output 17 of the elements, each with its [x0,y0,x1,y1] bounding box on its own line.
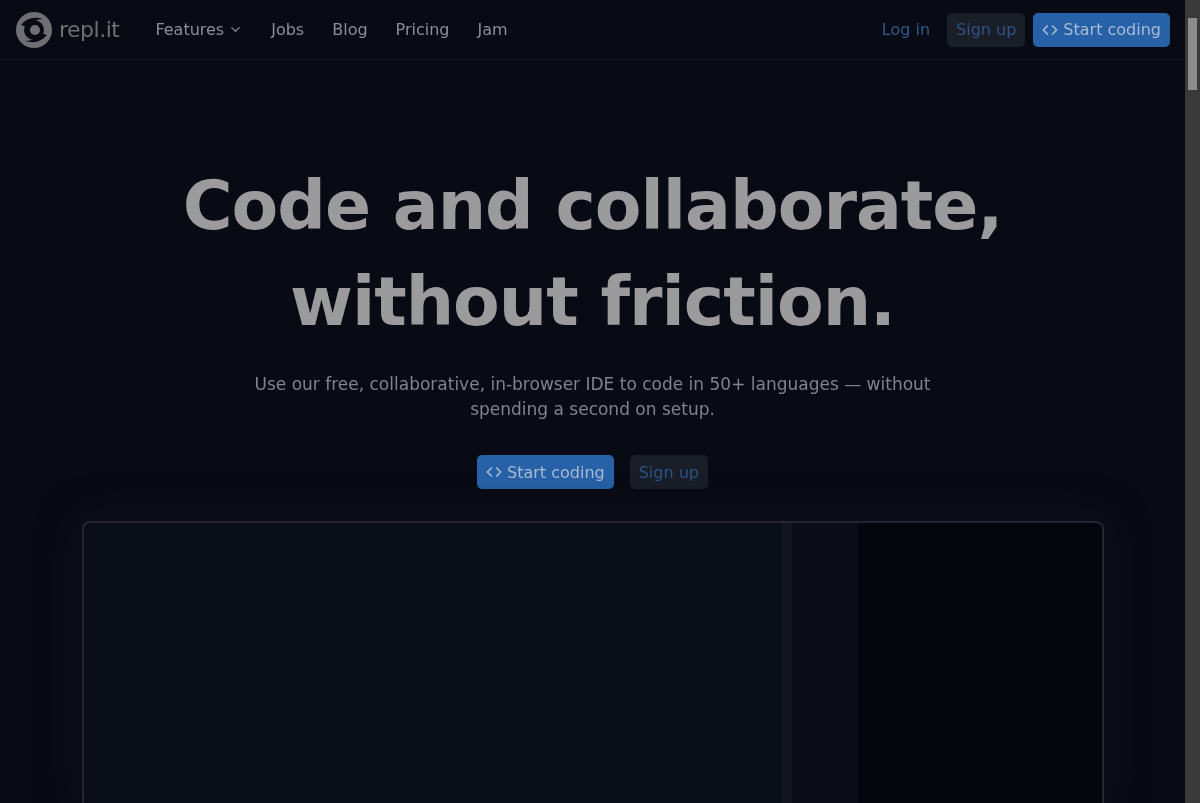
nav-link[interactable]: Pricing [381,20,464,39]
swirl-logo-icon[interactable] [15,10,53,49]
nav-link[interactable]: Jobs [257,20,319,39]
sign-up-button[interactable]: Sign up [629,455,708,489]
hero-subtitle: Use our free, collaborative, in-browser IDE to code in 50+ languages — without spending a second on setup. [253,373,932,421]
start-coding-button[interactable]: Start coding [477,455,614,489]
log-in-link[interactable]: Log in [872,12,940,47]
nav-link[interactable]: Blog [318,20,382,39]
logo-wordmark[interactable]: repl.it [59,17,120,42]
sign-up-button[interactable]: Sign up [947,12,1026,47]
hero-heading: without friction. [290,261,895,343]
start-coding-button[interactable]: Start coding [1033,12,1170,47]
scrollbar[interactable] [1185,0,1200,803]
nav-dropdown[interactable]: Features [141,20,258,39]
hero-heading: Code and collaborate, [182,165,1003,247]
nav-link[interactable]: Jam [463,20,522,39]
code-icon [486,464,503,480]
